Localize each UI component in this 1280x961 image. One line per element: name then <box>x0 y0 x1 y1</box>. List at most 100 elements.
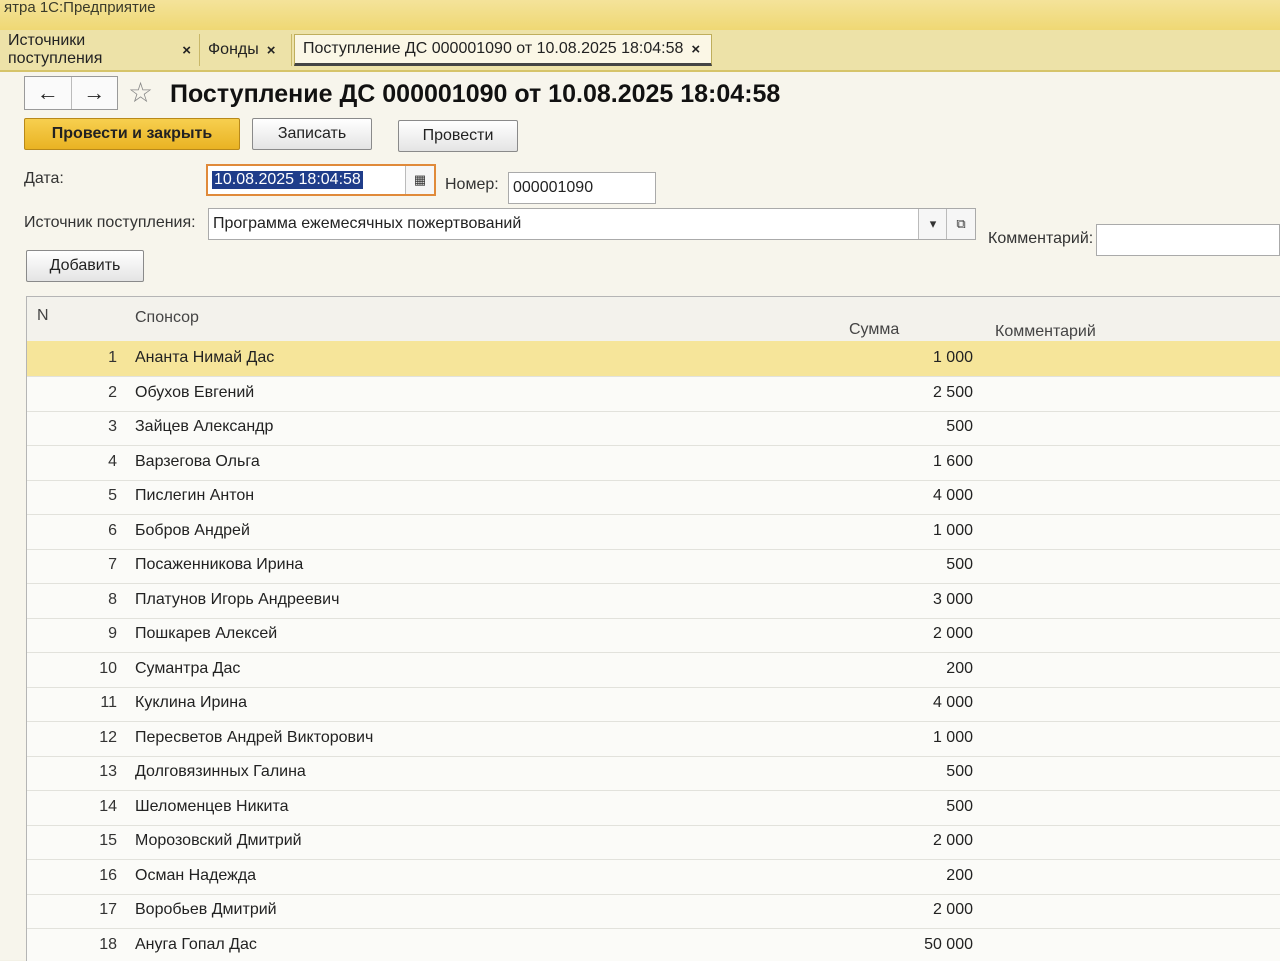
close-icon[interactable]: × <box>182 42 191 59</box>
table-row[interactable]: 9 Пошкарев Алексей 2 000 <box>27 617 1280 653</box>
date-field[interactable]: 10.08.2025 18:04:58 ▦ <box>206 164 436 196</box>
row-number: 9 <box>87 625 117 643</box>
row-number: 1 <box>87 349 117 367</box>
sponsor-cell: Шеломенцев Никита <box>135 798 288 816</box>
row-number: 18 <box>87 936 117 954</box>
table-row[interactable]: 13Долговязинных Галина500 <box>27 755 1280 791</box>
column-header-sum[interactable]: Сумма <box>849 321 899 339</box>
sponsor-cell: Бобров Андрей <box>135 522 250 540</box>
close-icon[interactable]: × <box>691 41 700 58</box>
sum-cell: 2 000 <box>827 901 973 919</box>
row-number: 7 <box>87 556 117 574</box>
sum-cell: 2 000 <box>827 625 973 643</box>
table-row[interactable]: 10 Сумантра Дас 200 <box>27 652 1280 688</box>
row-number: 12 <box>87 729 117 747</box>
save-button[interactable]: Записать <box>252 118 372 150</box>
table-row[interactable]: 2Обухов Евгений2 500 <box>27 376 1280 412</box>
table-row[interactable]: 16Осман Надежда200 <box>27 859 1280 895</box>
date-value: 10.08.2025 18:04:58 <box>212 171 363 189</box>
chevron-down-icon[interactable]: ▾ <box>918 209 947 239</box>
tab-bar: Источники поступления × Фонды × Поступле… <box>0 30 1280 72</box>
table-header: N Спонсор Сумма Комментарий <box>27 297 1280 342</box>
column-header-comment[interactable]: Комментарий <box>995 323 1096 341</box>
app-title: ятра 1С:Предприятие <box>0 0 1280 30</box>
star-icon[interactable]: ☆ <box>128 76 153 109</box>
tab-document[interactable]: Поступление ДС 000001090 от 10.08.2025 1… <box>294 34 712 66</box>
row-number: 4 <box>87 453 117 471</box>
comment-label: Комментарий: <box>988 230 1093 248</box>
table-row[interactable]: 14 Шеломенцев Никита 500 <box>27 790 1280 826</box>
sum-cell: 200 <box>827 660 973 678</box>
number-label: Номер: <box>445 176 499 194</box>
table-row[interactable]: 7 Посаженникова Ирина 500 <box>27 548 1280 584</box>
forward-arrow-icon[interactable]: → <box>72 77 118 109</box>
table-row[interactable]: 12 Пересветов Андрей Викторович 1 000 <box>27 721 1280 757</box>
sponsor-cell: Варзегова Ольга <box>135 453 260 471</box>
table-row[interactable]: 18 Ануга Гопал Дас 50 000 <box>27 928 1280 961</box>
table-row[interactable]: 15Морозовский Дмитрий2 000 <box>27 824 1280 860</box>
comment-field[interactable] <box>1096 224 1280 256</box>
sponsor-cell: Посаженникова Ирина <box>135 556 303 574</box>
post-button[interactable]: Провести <box>398 120 518 152</box>
table-row[interactable]: 11 Куклина Ирина 4 000 <box>27 686 1280 722</box>
sum-cell: 1 000 <box>827 349 973 367</box>
sponsor-cell: Сумантра Дас <box>135 660 240 678</box>
source-field[interactable]: Программа ежемесячных пожертвований ▾ ⧉ <box>208 208 976 240</box>
sponsor-cell: Осман Надежда <box>135 867 256 885</box>
row-number: 5 <box>87 487 117 505</box>
table-row[interactable]: 5 Пислегин Антон 4 000 <box>27 479 1280 515</box>
sponsor-cell: Пислегин Антон <box>135 487 254 505</box>
calendar-icon[interactable]: ▦ <box>405 166 434 194</box>
table-row[interactable]: 4 Варзегова Ольга 1 600 <box>27 445 1280 481</box>
sum-cell: 500 <box>827 556 973 574</box>
document-form: ← → ☆ Поступление ДС 000001090 от 10.08.… <box>0 72 1280 960</box>
close-icon[interactable]: × <box>267 42 276 59</box>
sponsor-cell: Куклина Ирина <box>135 694 247 712</box>
sum-cell: 200 <box>827 867 973 885</box>
number-field[interactable]: 000001090 <box>508 172 656 204</box>
nav-buttons: ← → <box>24 76 118 110</box>
tab-label: Фонды <box>208 41 259 59</box>
back-arrow-icon[interactable]: ← <box>25 77 72 109</box>
row-number: 14 <box>87 798 117 816</box>
row-number: 2 <box>87 384 117 402</box>
column-header-n[interactable]: N <box>37 307 49 325</box>
sum-cell: 500 <box>827 418 973 436</box>
sum-cell: 4 000 <box>827 487 973 505</box>
sponsor-cell: Ануга Гопал Дас <box>135 936 257 954</box>
sum-cell: 1 000 <box>827 729 973 747</box>
row-number: 13 <box>87 763 117 781</box>
open-icon[interactable]: ⧉ <box>946 209 975 239</box>
table-row[interactable]: 3 Зайцев Александр 500 <box>27 410 1280 446</box>
row-number: 17 <box>87 901 117 919</box>
tab-label: Поступление ДС 000001090 от 10.08.2025 1… <box>303 40 683 58</box>
add-button[interactable]: Добавить <box>26 250 144 282</box>
sponsor-cell: Пересветов Андрей Викторович <box>135 729 373 747</box>
tab-funds[interactable]: Фонды × <box>200 34 292 66</box>
sponsor-cell: Пошкарев Алексей <box>135 625 277 643</box>
sum-cell: 1 600 <box>827 453 973 471</box>
sum-cell: 500 <box>827 798 973 816</box>
column-header-sponsor[interactable]: Спонсор <box>135 309 199 327</box>
sponsor-cell: Долговязинных Галина <box>135 763 306 781</box>
table-row[interactable]: 6Бобров Андрей1 000 <box>27 514 1280 550</box>
row-number: 15 <box>87 832 117 850</box>
sum-cell: 1 000 <box>827 522 973 540</box>
sum-cell: 50 000 <box>827 936 973 954</box>
table-row[interactable]: 8Платунов Игорь Андреевич3 000 <box>27 583 1280 619</box>
sponsor-cell: Морозовский Дмитрий <box>135 832 302 850</box>
post-and-close-button[interactable]: Провести и закрыть <box>24 118 240 150</box>
table-row[interactable]: 17Воробьев Дмитрий2 000 <box>27 893 1280 929</box>
sponsor-cell: Платунов Игорь Андреевич <box>135 591 339 609</box>
sum-cell: 4 000 <box>827 694 973 712</box>
source-value: Программа ежемесячных пожертвований <box>213 215 521 233</box>
date-label: Дата: <box>24 170 64 188</box>
sponsor-cell: Зайцев Александр <box>135 418 273 436</box>
tab-label: Источники поступления <box>8 32 174 68</box>
row-number: 3 <box>87 418 117 436</box>
row-number: 10 <box>87 660 117 678</box>
table-row[interactable]: 1Ананта Нимай Дас1 000 <box>27 341 1280 377</box>
tab-income-sources[interactable]: Источники поступления × <box>0 34 200 66</box>
row-number: 11 <box>87 694 117 712</box>
sponsors-table: N Спонсор Сумма Комментарий 1Ананта Нима… <box>26 296 1280 961</box>
